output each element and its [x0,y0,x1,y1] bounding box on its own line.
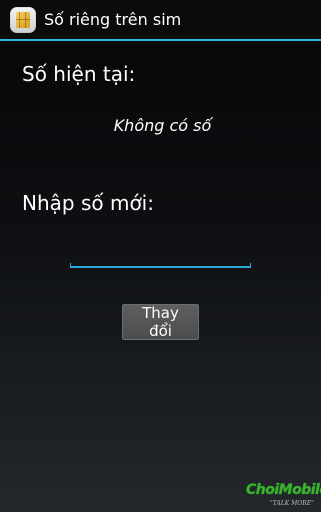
input-underline [70,263,251,268]
screen: Số riêng trên sim Số hiện tại: Không có … [0,0,321,512]
change-button[interactable]: Thay đổi [122,304,199,340]
action-bar: Số riêng trên sim [0,0,321,39]
app-title: Số riêng trên sim [44,10,182,29]
current-number-value: Không có số [113,116,212,135]
watermark-brand: ChoiMobile [246,482,321,498]
sim-card-icon[interactable] [10,6,36,33]
watermark-tagline: "TALK MORE" [270,500,314,507]
new-number-label: Nhập số mới: [22,191,154,215]
action-bar-divider [0,39,321,41]
sim-chip [16,11,30,28]
watermark-logo: ChoiMobile "TALK MORE" [246,480,321,512]
current-number-label: Số hiện tại: [22,62,136,86]
